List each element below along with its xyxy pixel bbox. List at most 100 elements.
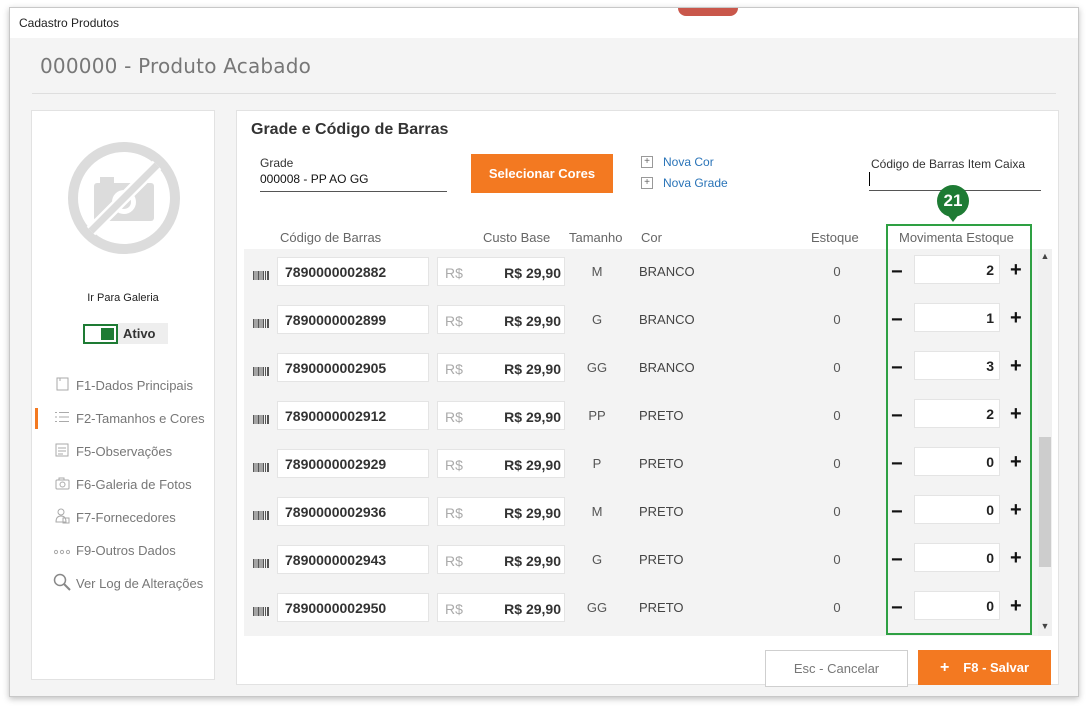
header-divider (32, 93, 1056, 94)
currency-symbol: R$ (445, 313, 463, 329)
stock-cell: 0 (833, 312, 841, 327)
size-cell: M (591, 504, 603, 519)
cost-field[interactable]: R$ R$ 29,90 (437, 497, 565, 526)
barcode-field[interactable]: 7890000002882 (277, 257, 429, 286)
increment-button[interactable]: + (1010, 355, 1022, 378)
col-header-barcode: Código de Barras (280, 230, 382, 245)
barcode-icon (253, 363, 269, 376)
barcode-field[interactable]: 7890000002905 (277, 353, 429, 382)
decrement-button[interactable]: − (891, 357, 903, 380)
decrement-button[interactable]: − (891, 549, 903, 572)
plus-box-icon: + (641, 156, 653, 168)
currency-symbol: R$ (445, 409, 463, 425)
stock-cell: 0 (833, 408, 841, 423)
select-colors-button[interactable]: Selecionar Cores (471, 154, 613, 193)
barcode-field[interactable]: 7890000002950 (277, 593, 429, 622)
increment-button[interactable]: + (1010, 259, 1022, 282)
movement-qty-input[interactable]: 2 (914, 399, 1000, 428)
table-row: 7890000002943 R$ R$ 29,90 G PRETO 0−0 + (244, 537, 1038, 585)
increment-button[interactable]: + (1010, 499, 1022, 522)
size-cell: M (591, 264, 603, 279)
currency-symbol: R$ (445, 361, 463, 377)
decrement-button[interactable]: − (891, 597, 903, 620)
sidebar-item-label: F1-Dados Principais (76, 378, 194, 393)
no-photo-icon[interactable] (67, 141, 181, 255)
movement-qty-input[interactable]: 3 (914, 351, 1000, 380)
scroll-thumb[interactable] (1039, 437, 1051, 567)
cost-field[interactable]: R$ R$ 29,90 (437, 545, 565, 574)
movement-qty-input[interactable]: 0 (914, 495, 1000, 524)
scroll-down-icon[interactable]: ▼ (1038, 621, 1052, 631)
sidebar-item-fornecedores[interactable]: F7-Fornecedores (32, 501, 214, 534)
stock-cell: 0 (833, 504, 841, 519)
sidebar-item-observacoes[interactable]: F5-Observações (32, 435, 214, 468)
movement-qty-input[interactable]: 0 (914, 591, 1000, 620)
sidebar-item-dados-principais[interactable]: F1-Dados Principais (32, 369, 214, 402)
cost-field[interactable]: R$ R$ 29,90 (437, 401, 565, 430)
sidebar-item-label: Ver Log de Alterações (76, 576, 204, 591)
barcode-field[interactable]: 7890000002936 (277, 497, 429, 526)
cost-field[interactable]: R$ R$ 29,90 (437, 353, 565, 382)
increment-button[interactable]: + (1010, 403, 1022, 426)
size-cell: G (591, 312, 603, 327)
table-row: 7890000002882 R$ R$ 29,90 M BRANCO 0 −2 + (244, 249, 1038, 297)
stock-cell: 0 (833, 264, 841, 279)
new-color-link[interactable]: + Nova Cor (641, 155, 714, 169)
sidebar-item-outros-dados[interactable]: F9-Outros Dados (32, 534, 214, 567)
window-title: Cadastro Produtos (10, 8, 1078, 38)
cost-value: R$ 29,90 (504, 553, 561, 569)
color-cell: BRANCO (639, 360, 695, 375)
sidebar-item-label: F7-Fornecedores (76, 510, 176, 525)
size-cell: P (592, 456, 602, 471)
new-grade-link[interactable]: + Nova Grade (641, 176, 728, 190)
movement-qty-input[interactable]: 0 (914, 447, 1000, 476)
main-panel: Grade e Código de Barras Grade 000008 - … (236, 110, 1059, 687)
grade-field[interactable]: 000008 - PP AO GG (260, 172, 447, 192)
plus-box-icon: + (641, 177, 653, 189)
gallery-link[interactable]: Ir Para Galeria (32, 292, 214, 304)
sidebar-item-log[interactable]: Ver Log de Alterações (32, 567, 214, 600)
table-row: 7890000002912 R$ R$ 29,90 PP PRETO 0 −2 + (244, 393, 1038, 441)
increment-button[interactable]: + (1010, 307, 1022, 330)
cost-field[interactable]: R$ R$ 29,90 (437, 305, 565, 334)
color-cell: PRETO (639, 504, 684, 519)
decrement-button[interactable]: − (891, 261, 903, 284)
cost-field[interactable]: R$ R$ 29,90 (437, 449, 565, 478)
cost-value: R$ 29,90 (504, 265, 561, 281)
stock-cell: 0 (833, 552, 841, 567)
active-toggle[interactable]: Ativo (83, 323, 168, 344)
stock-cell: 0 (833, 456, 841, 471)
barcode-field[interactable]: 7890000002943 (277, 545, 429, 574)
table-scrollbar[interactable]: ▲ ▼ (1038, 249, 1052, 636)
increment-button[interactable]: + (1010, 595, 1022, 618)
sidebar-item-tamanhos-cores[interactable]: F2-Tamanhos e Cores (32, 402, 214, 435)
decrement-button[interactable]: − (891, 309, 903, 332)
cost-field[interactable]: R$ R$ 29,90 (437, 257, 565, 286)
movement-qty-input[interactable]: 1 (914, 303, 1000, 332)
search-icon (52, 573, 72, 594)
table-row: 7890000002950 R$ R$ 29,90 GG PRETO 0−0 + (244, 585, 1038, 633)
decrement-button[interactable]: − (891, 453, 903, 476)
scroll-up-icon[interactable]: ▲ (1038, 251, 1052, 261)
movement-qty-input[interactable]: 2 (914, 255, 1000, 284)
barcode-field[interactable]: 7890000002929 (277, 449, 429, 478)
barcode-field[interactable]: 7890000002899 (277, 305, 429, 334)
list-icon (52, 411, 72, 426)
movement-qty-input[interactable]: 0 (914, 543, 1000, 572)
toggle-switch[interactable] (83, 323, 118, 344)
save-button[interactable]: + F8 - Salvar (918, 650, 1051, 685)
sidebar-item-galeria-fotos[interactable]: F6-Galeria de Fotos (32, 468, 214, 501)
decrement-button[interactable]: − (891, 501, 903, 524)
sidebar-item-label: F9-Outros Dados (76, 543, 176, 558)
increment-button[interactable]: + (1010, 451, 1022, 474)
increment-button[interactable]: + (1010, 547, 1022, 570)
grade-label: Grade (260, 156, 294, 170)
barcode-field[interactable]: 7890000002912 (277, 401, 429, 430)
cost-field[interactable]: R$ R$ 29,90 (437, 593, 565, 622)
barcode-icon (253, 555, 269, 568)
cancel-button[interactable]: Esc - Cancelar (765, 650, 908, 687)
decrement-button[interactable]: − (891, 405, 903, 428)
sidebar-item-label: F6-Galeria de Fotos (76, 477, 192, 492)
color-cell: PRETO (639, 408, 684, 423)
cost-value: R$ 29,90 (504, 313, 561, 329)
